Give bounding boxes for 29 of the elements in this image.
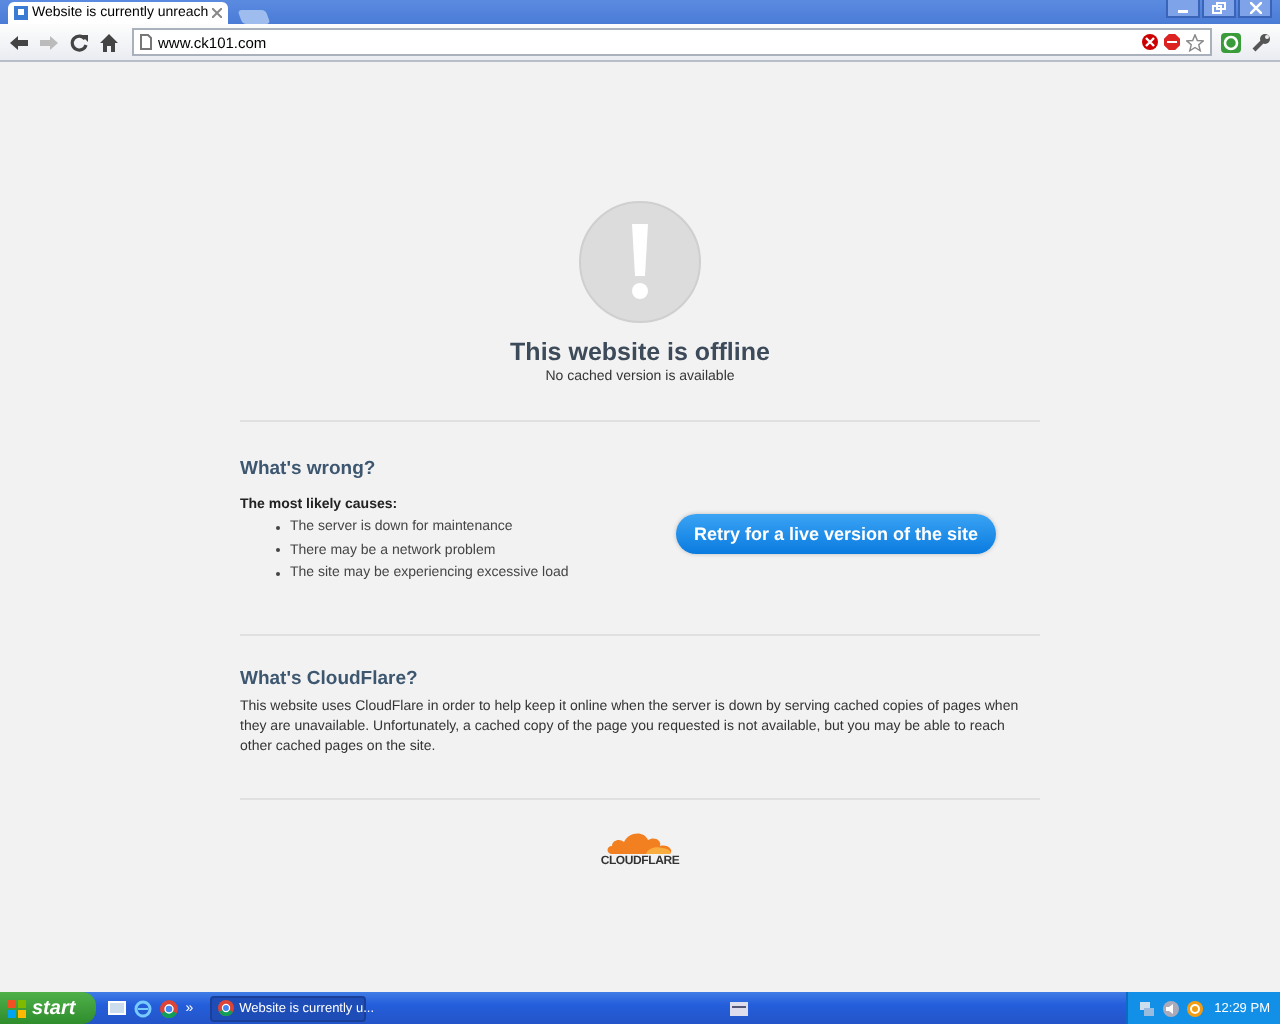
star-icon[interactable] bbox=[1186, 33, 1204, 51]
minimize-button[interactable] bbox=[1166, 0, 1200, 18]
back-icon[interactable] bbox=[8, 31, 30, 53]
close-button[interactable] bbox=[1238, 0, 1272, 18]
chrome-icon bbox=[217, 1000, 234, 1016]
update-icon[interactable] bbox=[1186, 999, 1205, 1017]
wrench-icon[interactable] bbox=[1250, 31, 1272, 53]
windows-logo-icon bbox=[8, 999, 26, 1017]
reload-icon[interactable] bbox=[68, 31, 90, 53]
page-icon bbox=[140, 34, 152, 50]
close-icon bbox=[1249, 2, 1261, 14]
blocked-icon[interactable] bbox=[1142, 34, 1158, 50]
chrome-icon[interactable] bbox=[159, 999, 178, 1017]
restore-icon bbox=[1212, 2, 1226, 14]
exclamation-icon bbox=[578, 200, 702, 324]
home-icon[interactable] bbox=[98, 31, 120, 53]
keyboard-icon[interactable] bbox=[730, 1001, 749, 1015]
close-icon[interactable] bbox=[212, 8, 223, 18]
section-heading: What's CloudFlare? bbox=[240, 667, 420, 689]
browser-e-icon[interactable] bbox=[133, 999, 152, 1017]
extension-icon[interactable] bbox=[1220, 31, 1242, 53]
restore-button[interactable] bbox=[1202, 0, 1236, 18]
speaker-icon[interactable] bbox=[1162, 999, 1181, 1017]
desktop-icon[interactable] bbox=[107, 999, 126, 1017]
section-heading: What's wrong? bbox=[240, 458, 378, 480]
page-icon bbox=[14, 6, 28, 20]
page-title: This website is offline bbox=[508, 338, 772, 366]
stop-sign-icon[interactable] bbox=[1164, 34, 1180, 50]
cloud-logo-icon bbox=[606, 827, 674, 855]
